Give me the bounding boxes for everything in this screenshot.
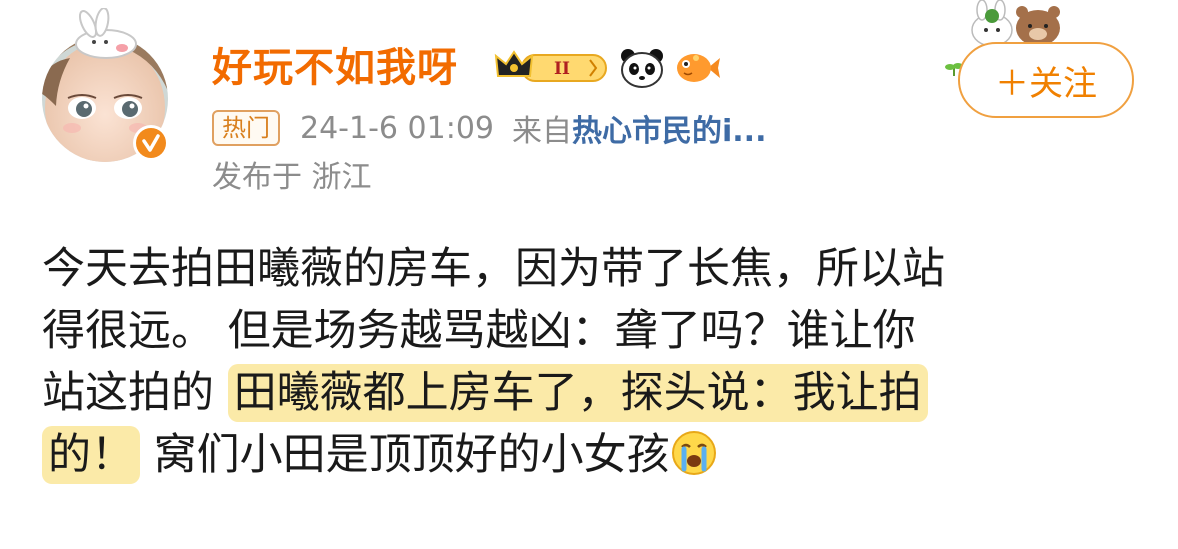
content-text: 窝们小田是顶顶好的小女孩 [140,430,670,480]
hot-tag[interactable]: 热门 [212,110,280,146]
post-source-link[interactable]: 热心市民的i... [572,106,766,150]
panda-icon[interactable] [618,46,666,90]
follow-button-decoration-icon [971,0,1060,46]
content-text: 站这拍的 [42,368,228,418]
goldfish-icon[interactable] [674,46,722,90]
bunny-decoration-icon [75,8,137,59]
follow-button[interactable]: ＋关注 [958,42,1134,118]
content-line-4: 的！ 窝们小田是顶顶好的小女孩 [42,424,1142,486]
post-meta: 热门 24-1-6 01:09 来自 热心市民的i... [212,106,766,150]
post-location: 发布于 浙江 [212,160,372,195]
content-line-1: 今天去拍田曦薇的房车，因为带了长焦，所以站 [42,244,945,294]
post-content: 今天去拍田曦薇的房车，因为带了长焦，所以站 得很远。 但是场务越骂越凶：聋了吗？… [42,238,1142,486]
level-badge-text: II [554,59,570,79]
content-line-3: 站这拍的 田曦薇都上房车了，探头说：我让拍 [42,362,1142,424]
highlighted-text: 田曦薇都上房车了，探头说：我让拍 [227,364,928,422]
user-badges: II [492,42,722,94]
post-timestamp: 24-1-6 01:09 [300,110,494,146]
verified-badge-icon [133,125,169,161]
crown-badge-icon[interactable]: II [492,46,610,90]
crying-face-icon [671,431,716,475]
source-prefix: 来自 [512,114,572,149]
highlighted-text: 的！ [42,426,140,484]
username[interactable]: 好玩不如我呀 [212,40,458,96]
content-line-2: 得很远。 但是场务越骂越凶：聋了吗？谁让你 [42,306,916,356]
avatar-wrap[interactable] [42,8,169,162]
